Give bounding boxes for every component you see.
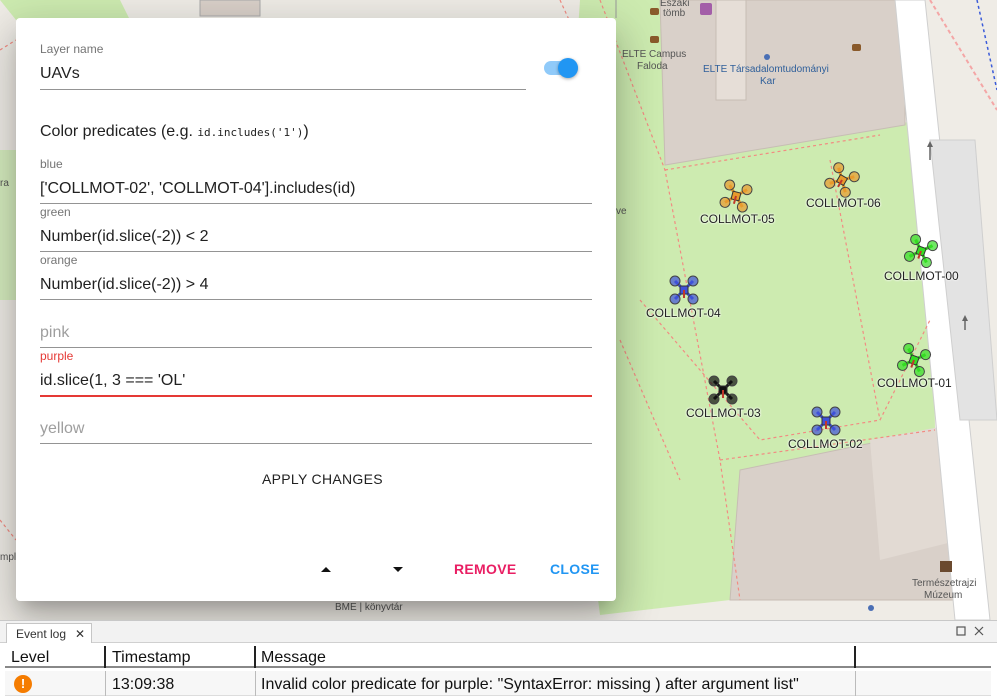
poi-label-partial-ve: ve [616,206,627,217]
green-label: green [40,205,71,219]
tab-event-log-label: Event log [16,627,67,641]
column-separator[interactable] [254,646,256,668]
column-separator[interactable] [104,646,106,668]
layer-name-input[interactable]: UAVs [40,65,80,83]
move-layer-down-button[interactable] [388,559,408,579]
row-separator [105,671,106,696]
blue-label: blue [40,157,63,171]
poi-label-termeszetrajzi: Természetrajzi [912,578,977,589]
uav-label: COLLMOT-04 [646,306,721,320]
column-header-message[interactable]: Message [261,649,326,667]
blue-underline [40,203,592,204]
poi-label-elte-tarsadalom: ELTE Társadalomtudományi [703,64,829,75]
event-log-panel: Event log ✕ Level Timestamp Message ! 13… [0,620,997,699]
arrow-up-icon [321,567,331,572]
predicates-title-end: ) [303,123,309,140]
poi-label-elte-campus: ELTE Campus [622,49,687,60]
column-header-level[interactable]: Level [11,649,49,667]
uav-marker-icon[interactable] [705,372,741,408]
uav-label: COLLMOT-06 [806,196,881,210]
maximize-icon[interactable] [956,625,966,639]
column-separator[interactable] [854,646,856,668]
purple-predicate-input[interactable]: id.slice(1, 3 === 'OL' [40,372,185,390]
panel-close-icon[interactable] [974,625,984,639]
layer-visibility-toggle[interactable] [544,56,580,80]
warning-icon: ! [14,675,32,693]
close-icon [974,626,984,636]
uav-label: COLLMOT-03 [686,406,761,420]
maximize-icon-svg [956,626,966,636]
poi-label-partial-ra: ra [0,178,9,189]
uav-marker-icon[interactable] [718,178,754,214]
layer-settings-dialog: Layer name UAVs Color predicates (e.g. i… [16,18,616,601]
green-predicate-input[interactable]: Number(id.slice(-2)) < 2 [40,228,208,246]
pink-underline [40,347,592,348]
row-separator [855,671,856,696]
uav-label: COLLMOT-05 [700,212,775,226]
poi-label-kar: Kar [760,76,776,87]
color-predicates-title: Color predicates (e.g. id.includes('1')) [40,123,309,141]
uav-marker-icon[interactable] [824,162,860,198]
poi-label-muzeum: Múzeum [924,590,963,601]
orange-predicate-input[interactable]: Number(id.slice(-2)) > 4 [40,276,208,294]
close-button[interactable]: CLOSE [550,561,600,577]
remove-button[interactable]: REMOVE [454,561,516,577]
yellow-predicate-input[interactable]: yellow [40,420,84,438]
move-layer-up-button[interactable] [316,559,336,579]
toggle-thumb[interactable] [558,58,578,78]
pink-predicate-input[interactable]: pink [40,324,69,342]
yellow-underline [40,443,592,444]
uav-marker-icon[interactable] [903,233,939,269]
arrow-down-icon [393,567,403,572]
uav-marker-icon[interactable] [666,272,702,308]
uav-marker-icon[interactable] [896,342,932,378]
row-timestamp: 13:09:38 [112,676,175,693]
uav-label: COLLMOT-00 [884,269,959,283]
row-separator [255,671,256,696]
row-message: Invalid color predicate for purple: "Syn… [261,676,799,693]
purple-underline-error [40,395,592,397]
event-log-tabbar: Event log ✕ [0,621,997,643]
tab-close-icon[interactable]: ✕ [75,627,85,641]
layer-name-label: Layer name [40,42,104,56]
layer-name-underline [40,89,526,90]
poi-label-tomb: tömb [663,8,686,19]
uav-label: COLLMOT-01 [877,376,952,390]
apply-changes-button[interactable]: APPLY CHANGES [262,471,383,487]
blue-predicate-input[interactable]: ['COLLMOT-02', 'COLLMOT-04'].includes(id… [40,180,355,198]
predicates-example-code: id.includes('1') [197,126,304,139]
predicates-title-text: Color predicates (e.g. [40,123,198,140]
uav-marker-icon[interactable] [808,403,844,439]
green-underline [40,251,592,252]
poi-label-bme-konyvtar: BME | könyvtár [335,602,403,613]
column-header-timestamp[interactable]: Timestamp [112,649,191,667]
poi-label-faloda: Faloda [637,61,668,72]
purple-label: purple [40,349,74,363]
tab-event-log[interactable]: Event log ✕ [6,623,92,643]
orange-label: orange [40,253,78,267]
uav-label: COLLMOT-02 [788,437,863,451]
orange-underline [40,299,592,300]
table-row[interactable]: ! 13:09:38 Invalid color predicate for p… [5,671,991,696]
event-log-header-row: Level Timestamp Message [5,646,991,668]
